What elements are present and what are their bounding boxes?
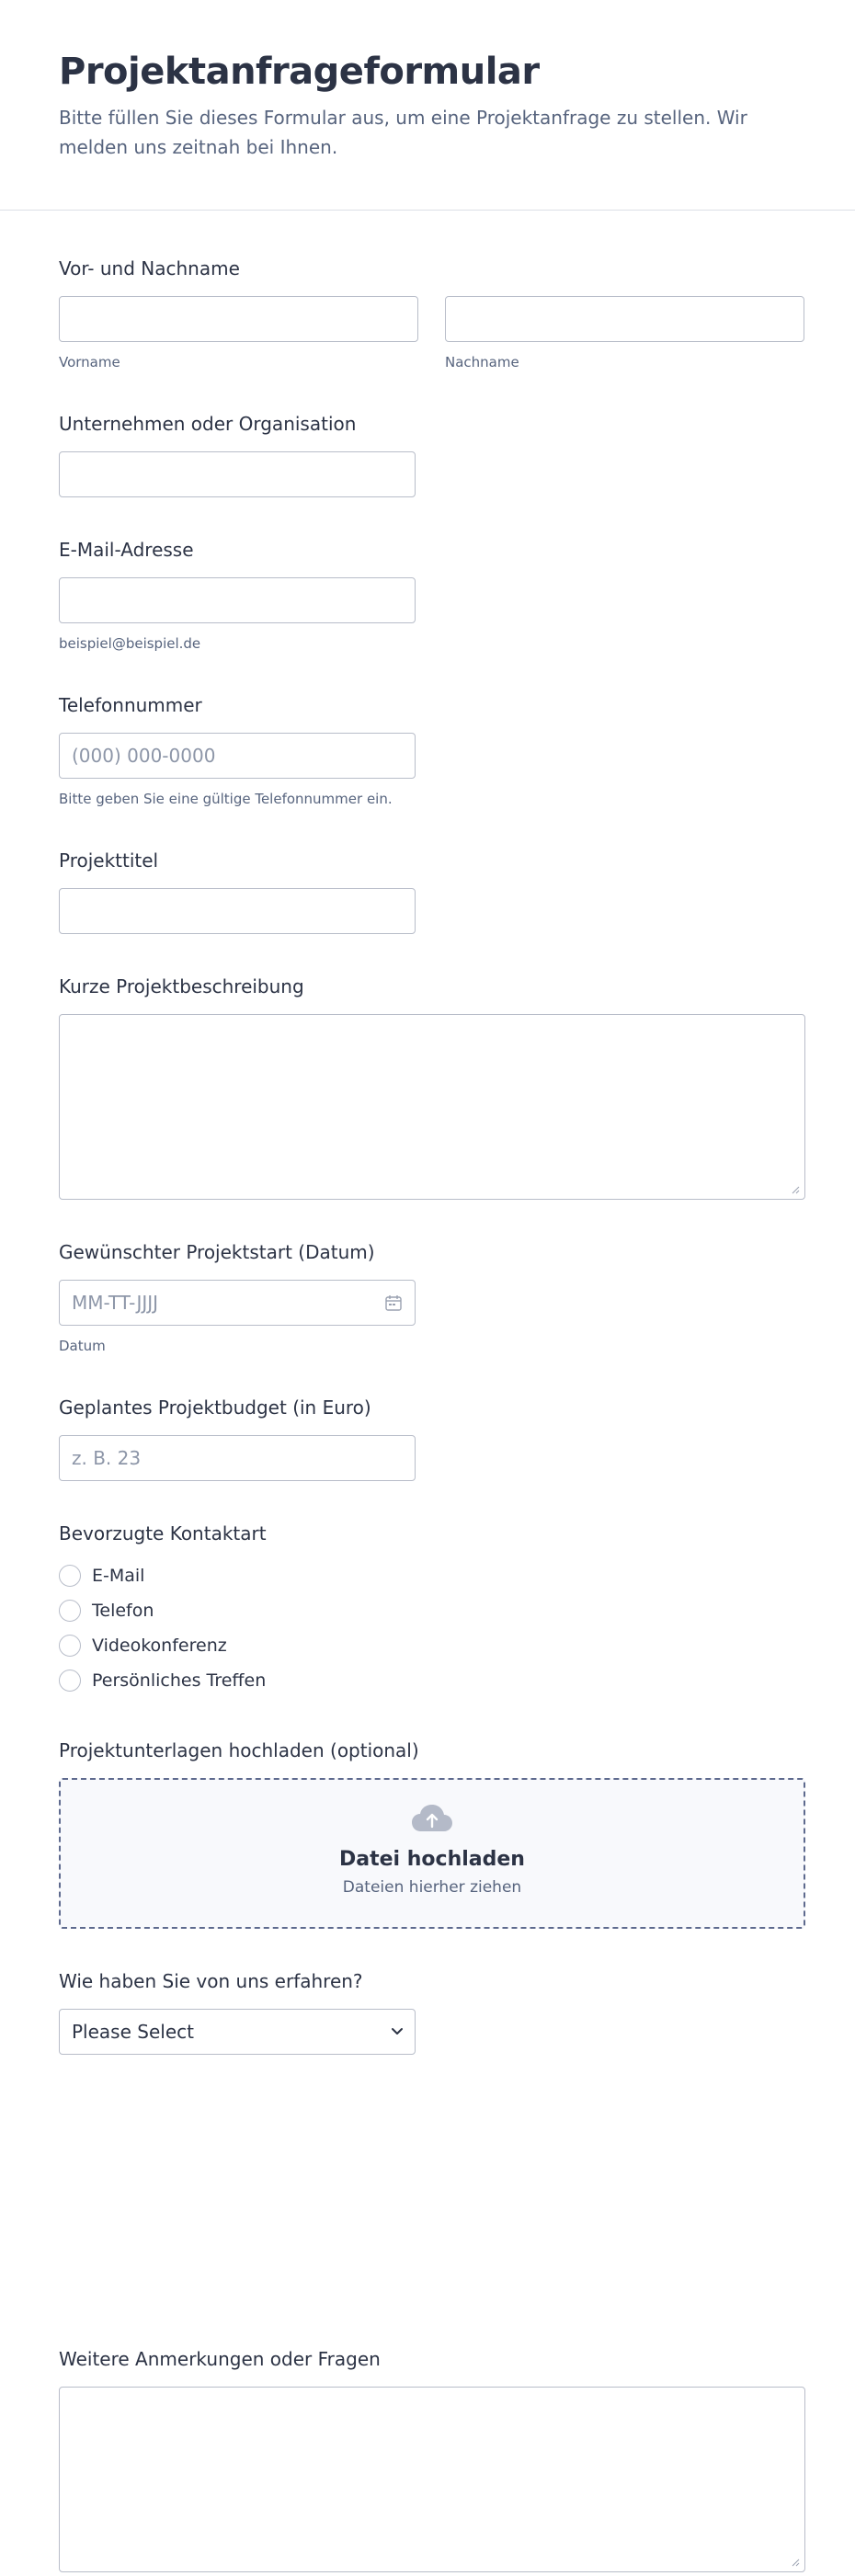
radio-label[interactable]: E-Mail (92, 1566, 144, 1586)
file-upload-dropzone[interactable]: Datei hochladen Dateien hierher ziehen (59, 1778, 805, 1929)
page-subtitle: Bitte füllen Sie dieses Formular aus, um… (59, 107, 747, 158)
last-name-input[interactable] (445, 296, 804, 342)
radio-button[interactable] (59, 1635, 81, 1657)
description-label: Kurze Projektbeschreibung (59, 975, 304, 997)
start-date-label: Gewünschter Projektstart (Datum) (59, 1241, 375, 1263)
form-header: Projektanfrageformular Bitte füllen Sie … (0, 0, 855, 211)
contact-method-label: Bevorzugte Kontaktart (59, 1522, 267, 1544)
start-date-sublabel: Datum (59, 1338, 106, 1354)
budget-label: Geplantes Projektbudget (in Euro) (59, 1396, 371, 1419)
field-notes: Weitere Anmerkungen oder Fragen (59, 2055, 805, 2572)
field-description: Kurze Projektbeschreibung (59, 934, 805, 1200)
upload-label: Projektunterlagen hochladen (optional) (59, 1739, 419, 1761)
email-input[interactable] (59, 577, 416, 623)
radio-option-meeting[interactable]: Persönliches Treffen (59, 1663, 796, 1698)
upload-title: Datei hochladen (339, 1848, 525, 1871)
page-title: Projektanfrageformular (59, 51, 540, 93)
last-name-sublabel: Nachname (445, 354, 519, 370)
form-body: Vor- und Nachname Vorname Nachname Unter… (0, 211, 855, 2572)
radio-option-email[interactable]: E-Mail (59, 1558, 796, 1593)
field-email: E-Mail-Adresse beispiel@beispiel.de (59, 497, 796, 653)
resize-handle-icon[interactable] (791, 2558, 800, 2567)
phone-label: Telefonnummer (59, 694, 202, 716)
radio-label[interactable]: Persönliches Treffen (92, 1670, 266, 1691)
upload-subtitle: Dateien hierher ziehen (342, 1878, 522, 1897)
company-input[interactable] (59, 451, 416, 497)
radio-option-video[interactable]: Videokonferenz (59, 1628, 796, 1663)
field-source: Wie haben Sie von uns erfahren? Please S… (59, 1929, 796, 2055)
radio-option-phone[interactable]: Telefon (59, 1593, 796, 1628)
project-title-label: Projekttitel (59, 849, 159, 872)
field-budget: Geplantes Projektbudget (in Euro) (59, 1355, 796, 1481)
source-label: Wie haben Sie von uns erfahren? (59, 1970, 363, 1992)
field-start-date: Gewünschter Projektstart (Datum) Datum (59, 1200, 796, 1355)
phone-input[interactable] (59, 733, 416, 779)
form-page: Projektanfrageformular Bitte füllen Sie … (0, 0, 855, 2572)
full-name-label: Vor- und Nachname (59, 257, 240, 279)
radio-button[interactable] (59, 1670, 81, 1692)
resize-handle-icon[interactable] (791, 1185, 800, 1194)
budget-input[interactable] (59, 1435, 416, 1481)
first-name-input[interactable] (59, 296, 418, 342)
phone-sublabel: Bitte geben Sie eine gültige Telefonnumm… (59, 791, 393, 807)
company-label: Unternehmen oder Organisation (59, 413, 357, 435)
field-phone: Telefonnummer Bitte geben Sie eine gülti… (59, 653, 796, 808)
email-sublabel: beispiel@beispiel.de (59, 635, 201, 652)
project-title-input[interactable] (59, 888, 416, 934)
field-company: Unternehmen oder Organisation (59, 371, 796, 497)
start-date-input[interactable] (59, 1280, 416, 1326)
notes-textarea[interactable] (59, 2387, 805, 2572)
radio-label[interactable]: Videokonferenz (92, 1636, 227, 1656)
source-select[interactable]: Please Select (59, 2009, 416, 2055)
field-full-name: Vor- und Nachname Vorname Nachname (59, 211, 804, 371)
notes-label: Weitere Anmerkungen oder Fragen (59, 2348, 381, 2370)
field-contact-method: Bevorzugte Kontaktart E-Mail Telefon Vid… (59, 1481, 796, 1698)
chevron-down-icon (392, 2028, 403, 2035)
source-select-value[interactable]: Please Select (59, 2009, 416, 2055)
radio-label[interactable]: Telefon (92, 1601, 154, 1621)
field-project-title: Projekttitel (59, 808, 796, 934)
cloud-upload-icon (412, 1805, 452, 1831)
description-textarea[interactable] (59, 1014, 805, 1200)
first-name-sublabel: Vorname (59, 354, 120, 370)
radio-button[interactable] (59, 1565, 81, 1587)
email-label: E-Mail-Adresse (59, 539, 194, 561)
contact-radio-group: E-Mail Telefon Videokonferenz Persönlich… (59, 1558, 796, 1698)
radio-button[interactable] (59, 1600, 81, 1622)
field-upload: Projektunterlagen hochladen (optional) D… (59, 1698, 805, 1929)
calendar-icon[interactable] (384, 1294, 403, 1312)
